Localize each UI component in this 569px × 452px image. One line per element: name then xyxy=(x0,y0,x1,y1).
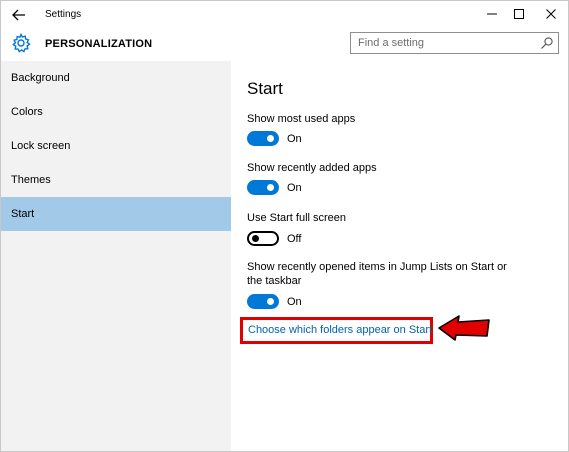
setting-label-jump-lists: Show recently opened items in Jump Lists… xyxy=(247,261,507,287)
section-title: PERSONALIZATION xyxy=(45,38,153,50)
page-header: PERSONALIZATION xyxy=(1,29,568,59)
close-button[interactable] xyxy=(536,3,566,25)
toggle-state-text: On xyxy=(287,296,302,308)
setting-label-recently-added-apps: Show recently added apps xyxy=(247,162,377,174)
red-arrow-icon xyxy=(438,315,490,341)
sidebar-item-lock-screen[interactable]: Lock screen xyxy=(1,129,231,163)
maximize-icon xyxy=(514,9,524,19)
sidebar-item-background[interactable]: Background xyxy=(1,61,231,95)
sidebar: Background Colors Lock screen Themes Sta… xyxy=(1,61,231,451)
close-icon xyxy=(546,9,556,19)
sidebar-item-themes[interactable]: Themes xyxy=(1,163,231,197)
toggle-knob xyxy=(252,235,259,242)
back-arrow-icon xyxy=(12,9,25,21)
page-title: Start xyxy=(247,79,283,98)
highlight-box: Choose which folders appear on Start xyxy=(240,317,433,344)
sidebar-item-label: Lock screen xyxy=(11,140,71,152)
maximize-button[interactable] xyxy=(504,3,534,25)
search-icon[interactable] xyxy=(540,36,554,50)
search-input[interactable] xyxy=(351,33,536,53)
toggle-state-text: On xyxy=(287,133,302,145)
toggle-state-text: On xyxy=(287,182,302,194)
setting-label-most-used-apps: Show most used apps xyxy=(247,113,356,125)
toggle-full-screen[interactable] xyxy=(247,231,279,246)
back-button[interactable] xyxy=(7,5,31,25)
title-bar: Settings xyxy=(1,1,568,29)
sidebar-item-colors[interactable]: Colors xyxy=(1,95,231,129)
sidebar-item-label: Themes xyxy=(11,174,51,186)
minimize-button[interactable] xyxy=(477,3,507,25)
toggle-most-used-apps[interactable] xyxy=(247,131,279,146)
sidebar-item-start[interactable]: Start xyxy=(1,197,231,231)
toggle-knob xyxy=(267,135,274,142)
toggle-recently-added-apps[interactable] xyxy=(247,180,279,195)
sidebar-item-label: Colors xyxy=(11,106,43,118)
toggle-knob xyxy=(267,298,274,305)
main-content: Start Show most used apps On Show recent… xyxy=(231,61,568,451)
sidebar-item-label: Background xyxy=(11,72,70,84)
minimize-icon xyxy=(487,13,497,15)
gear-icon xyxy=(12,33,31,53)
window-title: Settings xyxy=(45,9,82,20)
toggle-state-text: Off xyxy=(287,233,302,245)
setting-label-full-screen: Use Start full screen xyxy=(247,212,347,224)
sidebar-item-label: Start xyxy=(11,208,35,220)
toggle-knob xyxy=(267,184,274,191)
settings-window: Settings PERSONALIZATION Find a setting … xyxy=(0,0,569,452)
choose-folders-link[interactable]: Choose which folders appear on Start xyxy=(248,324,432,336)
search-box[interactable] xyxy=(350,32,559,54)
toggle-jump-lists[interactable] xyxy=(247,294,279,309)
